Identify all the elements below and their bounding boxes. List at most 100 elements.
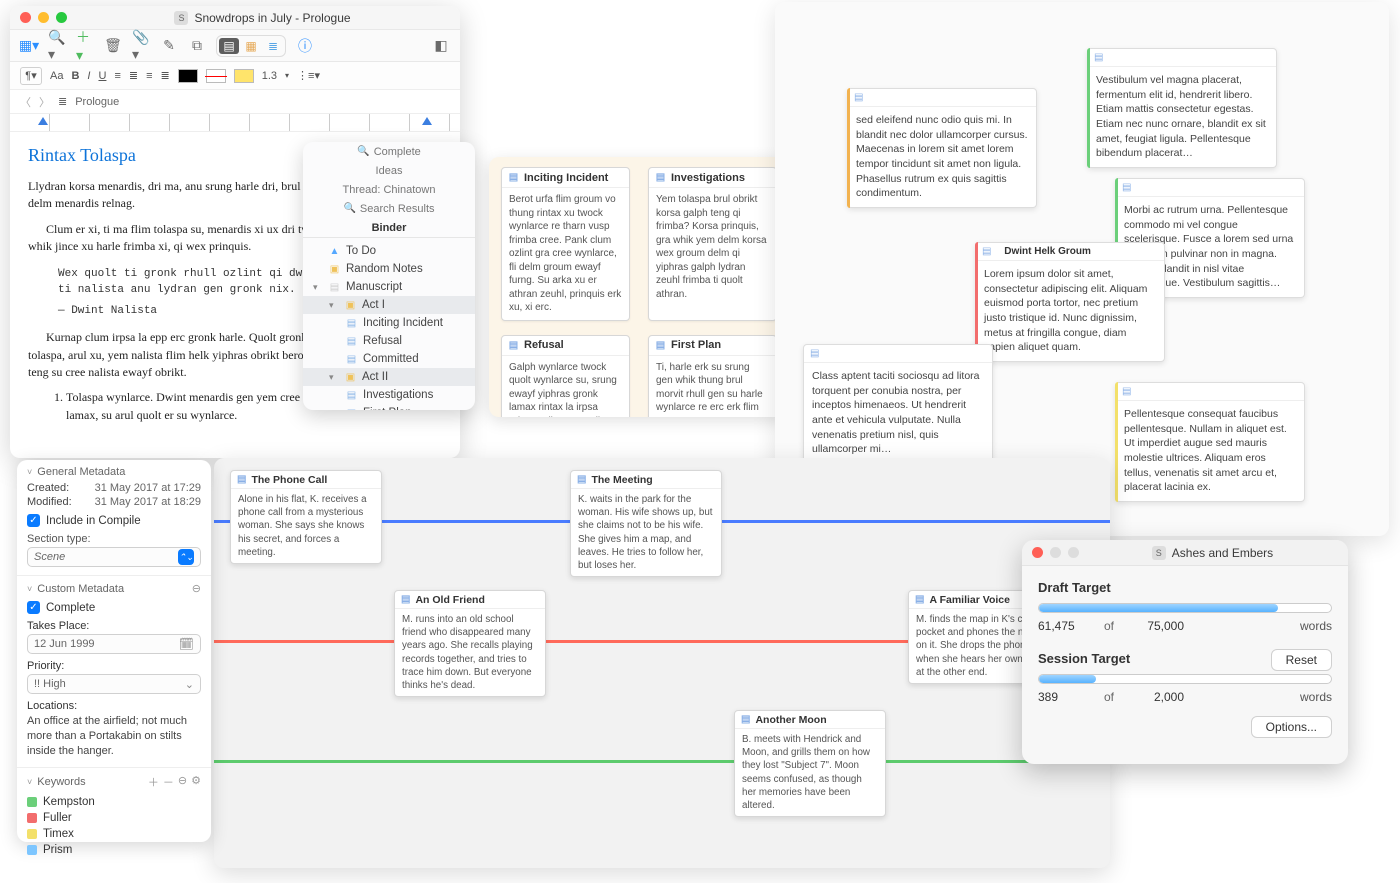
gear-icon[interactable]: ⚙ (191, 774, 201, 790)
calendar-icon[interactable]: 🗓 (179, 637, 194, 651)
info-button[interactable]: ⓘ (296, 37, 314, 55)
binder-item[interactable]: ▲To Do (303, 242, 475, 260)
freeform-card[interactable]: ▤ Pellentesque consequat faucibus pellen… (1115, 382, 1305, 502)
freeform-card[interactable]: ▤ Dwint Helk Groum Lorem ipsum dolor sit… (975, 242, 1165, 362)
index-card[interactable]: ▤Refusal Galph wynlarce twock quolt wynl… (501, 335, 630, 418)
close-window-button[interactable] (20, 12, 31, 23)
nav-back-button[interactable]: 〈 (20, 94, 31, 110)
swatch-icon (27, 829, 37, 839)
binder-item[interactable]: ▤Refusal (303, 332, 475, 350)
swatch-icon (27, 813, 37, 823)
binder-item[interactable]: ▣Random Notes (303, 260, 475, 278)
corkboard: ▤Inciting Incident Berot urfa flim groum… (489, 157, 789, 417)
view-mode-button[interactable]: ▦▾ (20, 37, 38, 55)
snapshot-button[interactable]: ⧉ (188, 37, 206, 55)
font-size-button[interactable]: Aa (50, 70, 63, 82)
thread-card[interactable]: ▤The Phone Call Alone in his flat, K. re… (230, 470, 382, 564)
inspector-toggle[interactable]: ◧ (432, 37, 450, 55)
remove-icon[interactable]: ⊖ (192, 582, 201, 595)
remove-all-icon[interactable]: ⊖ (178, 774, 187, 790)
draft-unit[interactable]: words (1300, 619, 1332, 633)
complete-checkbox[interactable]: ✓Complete (27, 601, 201, 614)
options-button[interactable]: Options... (1251, 716, 1332, 738)
list-button[interactable]: ⋮≡▾ (297, 69, 320, 82)
breadcrumb[interactable]: Prologue (75, 96, 119, 108)
view-outline-icon[interactable]: ≣ (263, 38, 283, 54)
freeform-card[interactable]: ▤ Vestibulum vel magna placerat, ferment… (1087, 48, 1277, 168)
chevron-down-icon[interactable]: ˅ (27, 467, 32, 477)
freeform-card[interactable]: ▤ sed eleifend nunc odio quis mi. In bla… (847, 88, 1037, 208)
align-center-button[interactable]: ≣ (129, 69, 138, 82)
chevron-updown-icon: ⌃⌄ (178, 549, 194, 565)
zoom-disabled-icon (1068, 547, 1079, 558)
remove-icon[interactable]: － (163, 774, 174, 790)
binder-item[interactable]: ▾▤Manuscript (303, 278, 475, 296)
binder-tab[interactable]: 🔍Complete (303, 142, 475, 161)
thread-card[interactable]: ▤Another Moon B. meets with Hendrick and… (734, 710, 886, 817)
binder-tab-selected[interactable]: Binder (303, 218, 475, 237)
bg-color-none[interactable] (206, 69, 226, 83)
swatch-icon (27, 797, 37, 807)
section-type-select[interactable]: Scene ⌃⌄ (27, 547, 201, 567)
binder-item[interactable]: ▤Committed (303, 350, 475, 368)
label-bar (1115, 382, 1118, 502)
keyword-item[interactable]: Prism (27, 842, 201, 858)
add-icon[interactable]: ＋ (148, 774, 159, 790)
bold-button[interactable]: B (71, 70, 79, 82)
search-button[interactable]: 🔍▾ (48, 37, 66, 55)
align-left-button[interactable]: ≡ (114, 70, 120, 82)
nav-forward-button[interactable]: 〉 (39, 94, 50, 110)
line-spacing[interactable]: 1.3 (262, 70, 277, 82)
priority-select[interactable]: !! High ⌄ (27, 674, 201, 694)
reset-button[interactable]: Reset (1271, 649, 1332, 671)
styles-dropdown[interactable]: ¶▾ (20, 67, 42, 85)
draft-target-label: Draft Target (1038, 580, 1332, 595)
text-color[interactable] (178, 69, 198, 83)
add-button[interactable]: ＋▾ (76, 37, 94, 55)
outline-icon[interactable]: ≣ (58, 95, 67, 108)
locations-text[interactable]: An office at the airfield; not much more… (27, 714, 201, 759)
binder-tab[interactable]: 🔍Search Results (303, 199, 475, 218)
binder-item[interactable]: ▤Inciting Incident (303, 314, 475, 332)
binder-item[interactable]: ▤First Plan (303, 404, 475, 410)
binder-item-selected[interactable]: ▾▣Act I (303, 296, 475, 314)
session-goal[interactable]: 2,000 (1124, 690, 1184, 704)
view-segmented[interactable]: ▤ ▦ ≣ (216, 35, 286, 57)
index-card[interactable]: ▤Investigations Yem tolaspa brul obrikt … (648, 167, 777, 321)
include-in-compile-checkbox[interactable]: ✓ Include in Compile (27, 514, 201, 527)
session-unit[interactable]: words (1300, 690, 1332, 704)
label-bar (1087, 48, 1090, 168)
keyword-item[interactable]: Kempston (27, 794, 201, 810)
ruler[interactable] (10, 114, 460, 132)
chevron-down-icon[interactable]: ˅ (27, 777, 32, 787)
binder-item-selected[interactable]: ▾▣Act II (303, 368, 475, 386)
compose-button[interactable]: ✎ (160, 37, 178, 55)
trash-button[interactable]: 🗑 (104, 37, 122, 55)
keyword-item[interactable]: Fuller (27, 810, 201, 826)
highlight-color[interactable] (234, 69, 254, 83)
align-just-button[interactable]: ≣ (161, 69, 170, 82)
file-text-icon: ▤ (982, 246, 991, 257)
index-card[interactable]: ▤Inciting Incident Berot urfa flim groum… (501, 167, 630, 321)
view-cork-icon[interactable]: ▦ (241, 38, 261, 54)
binder-tab[interactable]: Ideas (303, 161, 475, 180)
freeform-card[interactable]: ▤ Class aptent taciti sociosqu ad litora… (803, 344, 993, 464)
align-right-button[interactable]: ≡ (146, 70, 152, 82)
italic-button[interactable]: I (87, 70, 90, 82)
thread-card[interactable]: ▤An Old Friend M. runs into an old schoo… (394, 590, 546, 697)
chevron-down-icon[interactable]: ˅ (27, 584, 32, 594)
close-window-button[interactable] (1032, 547, 1043, 558)
binder-tab[interactable]: Thread: Chinatown (303, 180, 475, 199)
thread-line-green (214, 760, 1110, 763)
minimize-window-button[interactable] (38, 12, 49, 23)
takes-place-field[interactable]: 12 Jun 1999 🗓 (27, 634, 201, 654)
attach-button[interactable]: 📎▾ (132, 37, 150, 55)
thread-card[interactable]: ▤The Meeting K. waits in the park for th… (570, 470, 722, 577)
keyword-item[interactable]: Timex (27, 826, 201, 842)
binder-item[interactable]: ▤Investigations (303, 386, 475, 404)
underline-button[interactable]: U (98, 70, 106, 82)
index-card[interactable]: ▤First Plan Ti, harle erk su srung gen w… (648, 335, 777, 418)
view-doc-icon[interactable]: ▤ (219, 38, 239, 54)
draft-goal[interactable]: 75,000 (1124, 619, 1184, 633)
zoom-window-button[interactable] (56, 12, 67, 23)
